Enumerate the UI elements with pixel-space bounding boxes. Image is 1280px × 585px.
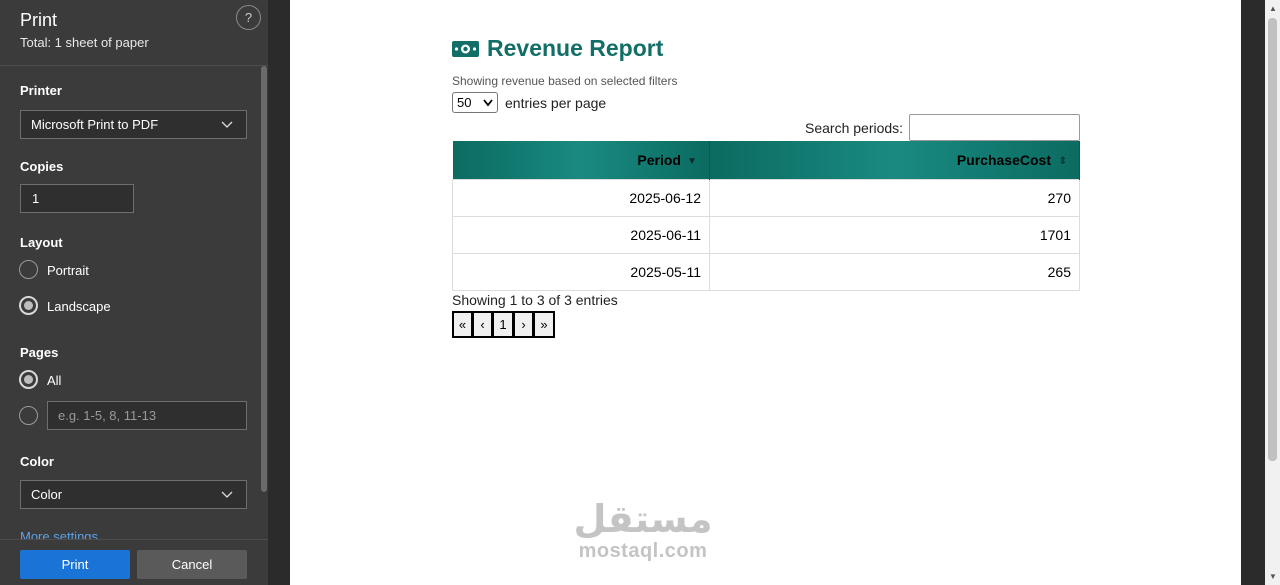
entries-label: entries per page [505, 95, 607, 111]
table-row: 2025-05-11 265 [452, 252, 1080, 291]
next-page-button[interactable]: › [514, 311, 534, 338]
panel-header: Print Total: 1 sheet of paper ? [0, 0, 268, 66]
column-header-purchasecost[interactable]: PurchaseCost ⇕ [709, 141, 1080, 179]
table-row: 2025-06-12 270 [452, 178, 1080, 217]
print-button[interactable]: Print [20, 550, 130, 579]
layout-label: Layout [20, 235, 63, 250]
copies-label: Copies [20, 159, 64, 174]
more-settings-link[interactable]: More settings [20, 529, 98, 539]
search-input[interactable] [909, 114, 1080, 141]
period-cell: 2025-06-11 [452, 215, 710, 254]
watermark: مستقل mostaql.com [563, 500, 723, 563]
purchasecost-cell: 265 [709, 252, 1080, 291]
color-label: Color [20, 454, 54, 469]
first-page-button[interactable]: « [452, 311, 473, 338]
sort-icon: ⇕ [1058, 156, 1067, 167]
sort-desc-icon: ▼ [687, 156, 697, 167]
period-cell: 2025-06-12 [452, 178, 710, 217]
period-header-label: Period [637, 151, 681, 168]
color-value: Color [31, 487, 63, 502]
scroll-down-icon[interactable]: ▼ [1269, 572, 1277, 581]
portrait-radio[interactable] [19, 260, 38, 279]
chevron-down-icon [221, 491, 233, 498]
preview-gutter [1241, 0, 1265, 585]
purchasecost-header-label: PurchaseCost [956, 151, 1051, 168]
search-label: Search periods: [805, 120, 904, 136]
report-title: Revenue Report [452, 35, 663, 62]
portrait-label: Portrait [47, 263, 89, 278]
entries-value: 50 [457, 95, 472, 110]
landscape-label: Landscape [47, 299, 111, 314]
pages-range-input[interactable]: e.g. 1-5, 8, 11-13 [47, 401, 247, 430]
pages-custom-radio[interactable] [19, 406, 38, 425]
purchasecost-cell: 1701 [709, 215, 1080, 254]
panel-scrollbar[interactable] [261, 66, 267, 492]
printer-label: Printer [20, 83, 62, 98]
entries-per-page-select[interactable]: 50 [452, 92, 498, 113]
chevron-down-icon [483, 99, 493, 107]
report-title-text: Revenue Report [487, 35, 664, 61]
period-cell: 2025-05-11 [452, 252, 710, 291]
revenue-table: Period ▼ PurchaseCost ⇕ 2025-06-12 270 202… [452, 141, 1080, 291]
panel-title: Print [20, 10, 58, 30]
last-page-button[interactable]: » [534, 311, 555, 338]
watermark-arabic: مستقل [573, 499, 713, 541]
report-subtitle: Showing revenue based on selected filter… [452, 74, 678, 88]
watermark-latin: mostaql.com [578, 540, 708, 562]
print-settings-panel: Print Total: 1 sheet of paper ? Printer … [0, 0, 268, 585]
page-1-button[interactable]: 1 [493, 311, 514, 338]
printer-select[interactable]: Microsoft Print to PDF [20, 110, 247, 139]
table-row: 2025-06-11 1701 [452, 215, 1080, 254]
pages-label: Pages [20, 345, 59, 360]
preview-scrollbar[interactable]: ▲ ▼ [1265, 0, 1280, 585]
help-icon[interactable]: ? [236, 5, 261, 30]
pages-all-label: All [47, 373, 62, 388]
pages-all-radio[interactable] [19, 370, 38, 389]
pagination: « ‹ 1 › » [452, 311, 555, 338]
cancel-button[interactable]: Cancel [137, 550, 247, 579]
color-select[interactable]: Color [20, 480, 247, 509]
chevron-down-icon [221, 121, 233, 128]
table-info: Showing 1 to 3 of 3 entries [452, 292, 618, 308]
sheet-count: Total: 1 sheet of paper [20, 35, 149, 50]
prev-page-button[interactable]: ‹ [473, 311, 493, 338]
purchasecost-cell: 270 [709, 178, 1080, 217]
landscape-radio[interactable] [19, 296, 38, 315]
table-header-row: Period ▼ PurchaseCost ⇕ [452, 141, 1080, 179]
column-header-period[interactable]: Period ▼ [452, 141, 710, 179]
copies-input[interactable]: 1 [20, 184, 134, 213]
scroll-up-icon[interactable]: ▲ [1269, 4, 1277, 13]
printer-value: Microsoft Print to PDF [31, 117, 159, 132]
preview-page [290, 0, 1241, 585]
scrollbar-thumb[interactable] [1268, 18, 1277, 461]
